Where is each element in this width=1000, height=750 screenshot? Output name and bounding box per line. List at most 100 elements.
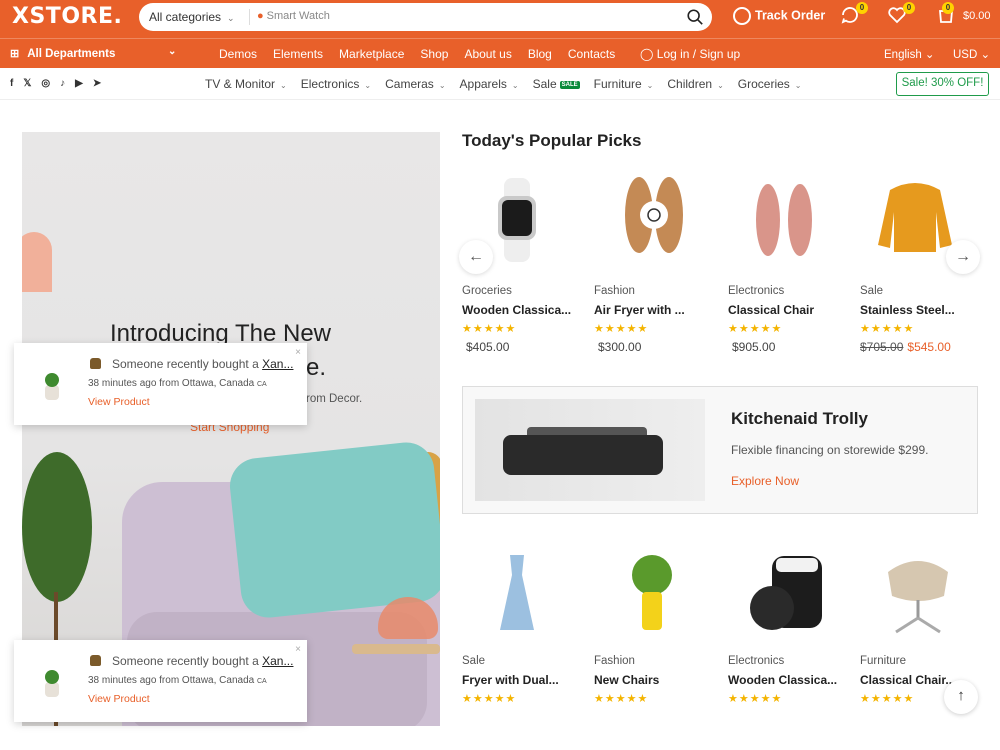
nav-link-marketplace[interactable]: Marketplace <box>339 47 404 61</box>
chevron-down-icon: ⌄ <box>794 81 802 90</box>
current-price: $405.00 <box>466 340 510 354</box>
product-image-chair <box>888 561 948 634</box>
top-header: XSTORE. All categories ⌄ ● Smart Watch Tra… <box>0 0 1000 38</box>
category-link-electronics[interactable]: Electronics ⌄ <box>301 77 371 91</box>
product-name[interactable]: Wooden Classica... <box>728 673 848 687</box>
fire-icon: ● <box>257 10 264 22</box>
product-card[interactable]: Electronics Classical Chair ★★★★★ $905.0… <box>728 170 848 354</box>
login-link[interactable]: ◯ Log in / Sign up <box>640 47 740 61</box>
carousel-next-button[interactable]: → <box>946 240 980 274</box>
category-link-label: Children <box>667 77 713 91</box>
search-divider <box>249 9 250 25</box>
promo-subtitle: Flexible financing on storewide $299. <box>731 443 929 457</box>
currency-select[interactable]: USD ⌄ <box>953 47 990 61</box>
chevron-down-icon: ⌄ <box>168 46 177 57</box>
close-icon[interactable]: × <box>295 347 301 358</box>
category-link-apparels[interactable]: Apparels ⌄ <box>460 77 519 91</box>
track-order-link[interactable]: Track Order <box>733 7 825 25</box>
grill-body <box>503 435 663 475</box>
star-rating: ★★★★★ <box>594 693 649 705</box>
nav-link-elements[interactable]: Elements <box>273 47 323 61</box>
youtube-icon[interactable]: ▶ <box>75 78 83 89</box>
product-name[interactable]: Fryer with Dual... <box>462 673 582 687</box>
notification-product-link[interactable]: Xan... <box>262 654 293 668</box>
view-product-link[interactable]: View Product <box>88 693 150 705</box>
shopping-bag-icon <box>90 655 101 666</box>
category-link-furniture[interactable]: Furniture ⌄ <box>594 77 654 91</box>
product-card[interactable]: Electronics Wooden Classica... ★★★★★ <box>728 550 848 705</box>
shopping-bag-icon <box>90 358 101 369</box>
product-category: Sale <box>462 655 486 667</box>
lamp-image <box>22 232 52 292</box>
hero-banner: Introducing The New re. rom Decor. Start… <box>22 132 440 726</box>
search-bar: All categories ⌄ ● Smart Watch <box>139 3 712 31</box>
telegram-icon[interactable]: ➤ <box>93 78 101 89</box>
category-link-label: TV & Monitor <box>205 77 276 91</box>
category-link-tv[interactable]: TV & Monitor ⌄ <box>205 77 287 91</box>
promo-badge[interactable]: Sale! 30% OFF! <box>896 72 989 96</box>
carousel-prev-button[interactable]: ← <box>459 240 493 274</box>
search-input[interactable]: ● Smart Watch <box>257 10 330 22</box>
product-price: $300.00 <box>594 340 714 354</box>
language-select[interactable]: English ⌄ <box>884 47 935 61</box>
wishlist-icon[interactable]: 0 <box>887 2 915 27</box>
sale-price: $545.00 <box>907 340 951 354</box>
category-select-label: All categories <box>149 10 222 24</box>
category-link-sale[interactable]: Sale SALE <box>533 77 580 91</box>
tiktok-icon[interactable]: ♪ <box>60 78 65 89</box>
scroll-to-top-button[interactable]: ↑ <box>944 680 978 714</box>
cart-icon[interactable]: 0 <box>936 2 958 27</box>
x-icon[interactable]: 𝕏 <box>23 78 31 89</box>
notification-message: Someone recently bought a Xan... <box>112 357 293 371</box>
cart-amount[interactable]: $0.00 <box>963 10 991 22</box>
category-link-groceries[interactable]: Groceries ⌄ <box>738 77 802 91</box>
site-logo[interactable]: XSTORE. <box>12 4 122 29</box>
product-card[interactable]: Fashion Air Fryer with ... ★★★★★ $300.00 <box>594 170 714 354</box>
product-name[interactable]: Classical Chair <box>728 303 848 317</box>
nav-link-blog[interactable]: Blog <box>528 47 552 61</box>
all-departments-button[interactable]: ⊞ All Departments ⌄ <box>0 39 190 69</box>
compare-icon[interactable]: 0 <box>840 2 868 27</box>
nav-link-contacts[interactable]: Contacts <box>568 47 615 61</box>
view-product-link[interactable]: View Product <box>88 396 150 408</box>
facebook-icon[interactable]: f <box>10 78 13 89</box>
language-label: English <box>884 49 922 61</box>
category-link-label: Cameras <box>385 77 434 91</box>
product-category: Fashion <box>594 285 635 297</box>
promo-title: Kitchenaid Trolly <box>731 409 868 428</box>
old-price: $705.00 <box>860 340 904 354</box>
star-rating: ★★★★★ <box>462 323 517 335</box>
product-name[interactable]: Air Fryer with ... <box>594 303 714 317</box>
category-bar: f 𝕏 ◎ ♪ ▶ ➤ TV & Monitor ⌄ Electronics ⌄ C… <box>0 68 1000 100</box>
product-price: $405.00 <box>462 340 582 354</box>
notification-text: Someone recently bought a <box>112 654 259 668</box>
notification-product-link[interactable]: Xan... <box>262 357 293 371</box>
product-name[interactable]: Wooden Classica... <box>462 303 582 317</box>
compare-count: 0 <box>856 2 868 14</box>
category-link-children[interactable]: Children ⌄ <box>667 77 723 91</box>
promo-card[interactable]: Kitchenaid Trolly Flexible financing on … <box>462 386 978 514</box>
search-icon[interactable] <box>686 8 704 26</box>
notification-text: Someone recently bought a <box>112 357 259 371</box>
category-select[interactable]: All categories ⌄ <box>149 10 235 24</box>
explore-now-link[interactable]: Explore Now <box>731 474 799 488</box>
nav-link-about[interactable]: About us <box>464 47 511 61</box>
product-card[interactable]: Sale Fryer with Dual... ★★★★★ <box>462 550 582 705</box>
product-name[interactable]: New Chairs <box>594 673 714 687</box>
product-name[interactable]: Stainless Steel... <box>860 303 980 317</box>
country-code: CA <box>256 678 267 685</box>
star-rating: ★★★★★ <box>462 693 517 705</box>
close-icon[interactable]: × <box>295 644 301 655</box>
product-card[interactable]: Fashion New Chairs ★★★★★ <box>594 550 714 705</box>
current-price: $300.00 <box>598 340 642 354</box>
section-title: Today's Popular Picks <box>462 131 642 150</box>
current-price: $905.00 <box>732 340 776 354</box>
nav-link-demos[interactable]: Demos <box>219 47 257 61</box>
notification-time: 38 minutes ago from Ottawa, Canada CA <box>88 675 267 686</box>
instagram-icon[interactable]: ◎ <box>41 78 50 89</box>
product-image-dress <box>500 555 534 630</box>
category-link-cameras[interactable]: Cameras ⌄ <box>385 77 445 91</box>
product-category: Electronics <box>728 285 785 297</box>
plant-pot-icon <box>45 670 59 697</box>
nav-link-shop[interactable]: Shop <box>420 47 448 61</box>
